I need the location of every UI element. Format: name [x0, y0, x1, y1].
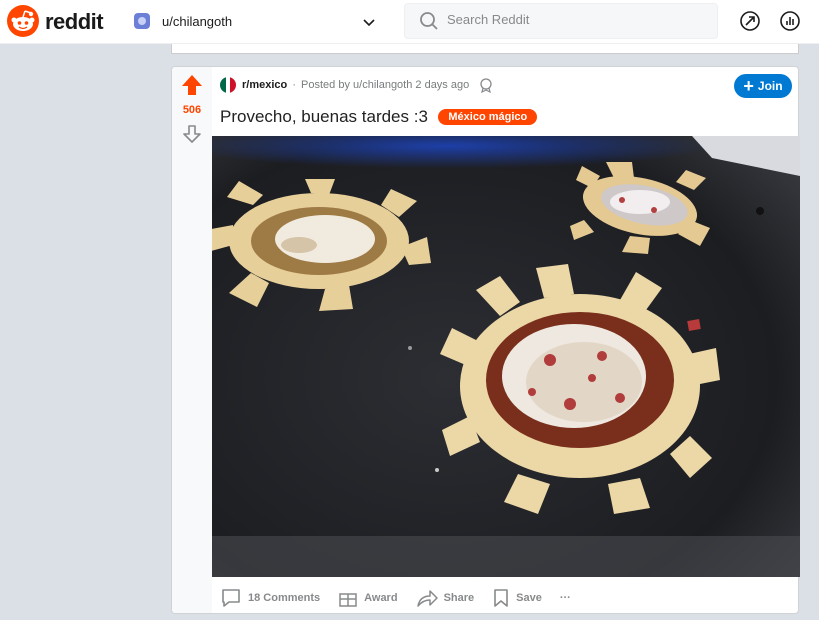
- post-action-bar: 18 Comments Award Share Save ···: [220, 583, 571, 613]
- vote-score: 506: [182, 104, 202, 116]
- popular-icon[interactable]: [739, 10, 761, 32]
- post-title-row: Provecho, buenas tardes :3 México mágico: [220, 107, 538, 127]
- chevron-down-icon: [363, 19, 375, 27]
- top-navigation-bar: reddit u/chilangoth: [0, 0, 819, 44]
- comments-button[interactable]: 18 Comments: [220, 588, 320, 608]
- search-input[interactable]: [447, 12, 707, 27]
- award-label: Award: [364, 592, 398, 604]
- save-button[interactable]: Save: [492, 588, 542, 608]
- share-label: Share: [443, 592, 475, 604]
- reddit-logo-icon[interactable]: [7, 5, 39, 37]
- user-avatar-icon: [134, 13, 150, 29]
- share-icon: [416, 590, 438, 607]
- plus-icon: +: [743, 76, 754, 96]
- user-dropdown[interactable]: u/chilangoth: [128, 5, 390, 37]
- join-button-label: Join: [757, 79, 783, 93]
- downvote-icon[interactable]: [181, 123, 203, 145]
- more-options-icon: ···: [559, 592, 571, 604]
- join-button[interactable]: + Join: [734, 74, 792, 98]
- award-badge-icon: [480, 78, 492, 93]
- meta-separator: ·: [292, 79, 296, 91]
- search-bar: [404, 3, 718, 39]
- posted-by-text: Posted by u/chilangoth 2 days ago: [301, 79, 470, 91]
- gift-icon: [339, 593, 357, 607]
- comments-label: 18 Comments: [248, 592, 321, 604]
- post-photo: [212, 136, 800, 577]
- subreddit-link[interactable]: r/mexico: [242, 79, 287, 91]
- previous-post-card: [171, 44, 799, 54]
- comment-icon: [222, 589, 240, 607]
- vote-column: 506: [172, 67, 212, 613]
- upvote-icon[interactable]: [180, 73, 204, 97]
- user-dropdown-label: u/chilangoth: [162, 14, 233, 29]
- save-label: Save: [516, 592, 542, 604]
- stats-icon[interactable]: [779, 10, 801, 32]
- reddit-wordmark[interactable]: reddit: [45, 9, 104, 35]
- bookmark-icon: [494, 589, 508, 607]
- subreddit-flag-icon[interactable]: [220, 77, 236, 93]
- share-button[interactable]: Share: [416, 588, 475, 608]
- post-flair[interactable]: México mágico: [438, 109, 538, 125]
- post-title[interactable]: Provecho, buenas tardes :3: [220, 107, 428, 126]
- post-card[interactable]: 506 r/mexico · Posted by u/chilangoth 2 …: [171, 66, 800, 614]
- more-options-button[interactable]: ···: [560, 592, 571, 604]
- post-meta: r/mexico · Posted by u/chilangoth 2 days…: [220, 77, 494, 95]
- post-image[interactable]: [212, 136, 800, 577]
- award-button[interactable]: Award: [338, 588, 398, 608]
- search-icon: [420, 12, 438, 30]
